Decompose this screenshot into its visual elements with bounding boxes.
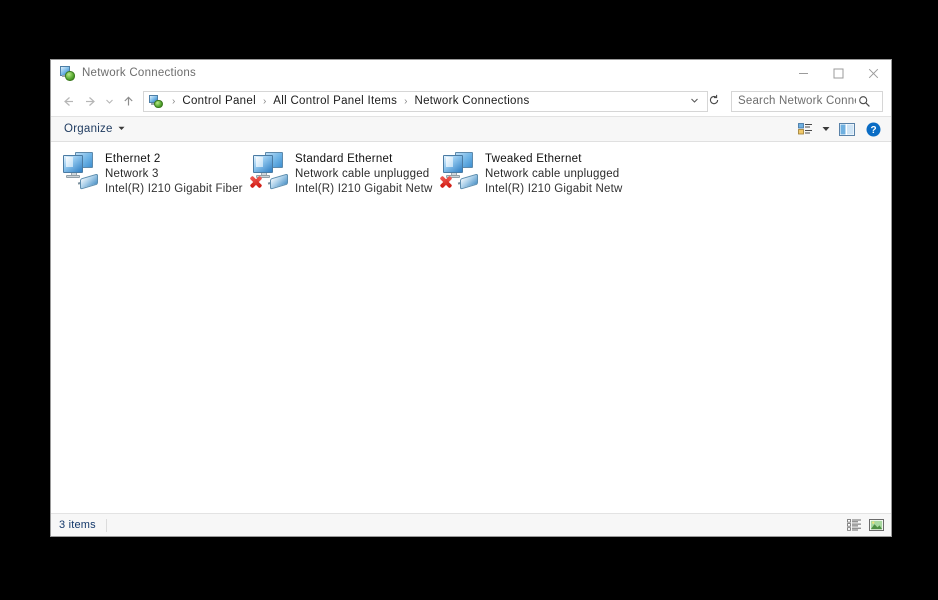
list-item[interactable]: Ethernet 2 Network 3 Intel(R) I210 Gigab… [55, 148, 245, 197]
maximize-button[interactable] [821, 60, 856, 86]
svg-text:?: ? [870, 125, 876, 136]
status-divider [105, 518, 107, 532]
refresh-icon [709, 94, 719, 105]
large-icons-view-icon [869, 519, 884, 531]
explorer-window: Network Connections › Control Panel › Al… [50, 59, 892, 537]
maximize-icon [833, 68, 844, 78]
breadcrumb-control-panel[interactable]: Control Panel [180, 95, 258, 107]
tiles-container: Ethernet 2 Network 3 Intel(R) I210 Gigab… [51, 148, 891, 197]
breadcrumb-separator[interactable]: › [258, 96, 271, 107]
command-bar-right: ? [793, 118, 885, 140]
title-bar[interactable]: Network Connections [51, 60, 891, 86]
connection-status: Network 3 [105, 168, 159, 180]
back-arrow-icon [63, 96, 73, 106]
preview-pane-icon [839, 122, 855, 136]
forward-arrow-icon [85, 96, 95, 106]
window-title: Network Connections [82, 67, 197, 79]
address-bar[interactable]: › Control Panel › All Control Panel Item… [143, 90, 708, 112]
network-adapter-icon [59, 150, 101, 192]
chevron-down-icon [691, 98, 698, 103]
connection-device: Intel(R) I210 Gigabit Networ... [295, 183, 433, 195]
list-item[interactable]: Standard Ethernet Network cable unplugge… [245, 148, 435, 197]
connection-status: Network cable unplugged [295, 168, 430, 180]
recent-locations-button[interactable] [101, 90, 117, 112]
breadcrumb-separator[interactable]: › [167, 96, 180, 107]
minimize-icon [799, 72, 808, 74]
connection-name: Standard Ethernet [295, 153, 393, 165]
details-view-icon [847, 519, 861, 531]
change-view-button[interactable] [793, 118, 817, 140]
address-dropdown-button[interactable] [686, 96, 707, 107]
up-arrow-icon [123, 95, 133, 105]
network-adapter-icon [249, 150, 291, 192]
list-item-text: Ethernet 2 Network 3 Intel(R) I210 Gigab… [105, 150, 243, 197]
navigation-bar: › Control Panel › All Control Panel Item… [51, 86, 891, 116]
up-button[interactable] [117, 90, 139, 112]
list-item[interactable]: Tweaked Ethernet Network cable unplugged… [435, 148, 625, 197]
network-connections-icon [59, 65, 75, 81]
connection-device: Intel(R) I210 Gigabit Networ... [485, 183, 623, 195]
chevron-down-icon [822, 127, 830, 131]
back-button[interactable] [57, 90, 79, 112]
search-input[interactable] [732, 95, 858, 107]
preview-pane-button[interactable] [835, 118, 859, 140]
change-view-icon [797, 123, 812, 135]
connection-device: Intel(R) I210 Gigabit Fiber Ne... [105, 183, 243, 195]
close-icon [868, 68, 879, 78]
help-button[interactable]: ? [861, 118, 885, 140]
large-icons-view-button[interactable] [868, 517, 885, 534]
item-count-label: 3 items [59, 519, 96, 531]
status-view-buttons [846, 517, 885, 534]
connection-name: Ethernet 2 [105, 153, 161, 165]
minimize-button[interactable] [786, 60, 821, 86]
breadcrumb-network-connections[interactable]: Network Connections [413, 95, 532, 107]
details-view-button[interactable] [846, 517, 863, 534]
close-button[interactable] [856, 60, 891, 86]
change-view-dropdown-button[interactable] [819, 118, 833, 140]
breadcrumb-separator[interactable]: › [399, 96, 412, 107]
network-adapter-icon [439, 150, 481, 192]
control-panel-icon [148, 94, 163, 109]
breadcrumb-all-control-panel-items[interactable]: All Control Panel Items [271, 95, 399, 107]
window-controls [786, 60, 891, 86]
search-box[interactable] [731, 90, 883, 112]
organize-button[interactable]: Organize [59, 120, 130, 138]
items-view[interactable]: Ethernet 2 Network 3 Intel(R) I210 Gigab… [51, 142, 891, 513]
connection-status: Network cable unplugged [485, 168, 620, 180]
command-bar: Organize ? [51, 116, 891, 142]
chevron-down-icon [118, 126, 125, 133]
list-item-text: Tweaked Ethernet Network cable unplugged… [485, 150, 623, 197]
list-item-text: Standard Ethernet Network cable unplugge… [295, 150, 433, 197]
help-icon: ? [866, 122, 880, 136]
refresh-button[interactable] [708, 94, 726, 108]
connection-name: Tweaked Ethernet [485, 153, 582, 165]
organize-label: Organize [64, 123, 113, 135]
status-bar: 3 items [51, 513, 891, 536]
magnifier-icon [858, 95, 871, 108]
chevron-down-icon [105, 99, 113, 104]
forward-button[interactable] [79, 90, 101, 112]
